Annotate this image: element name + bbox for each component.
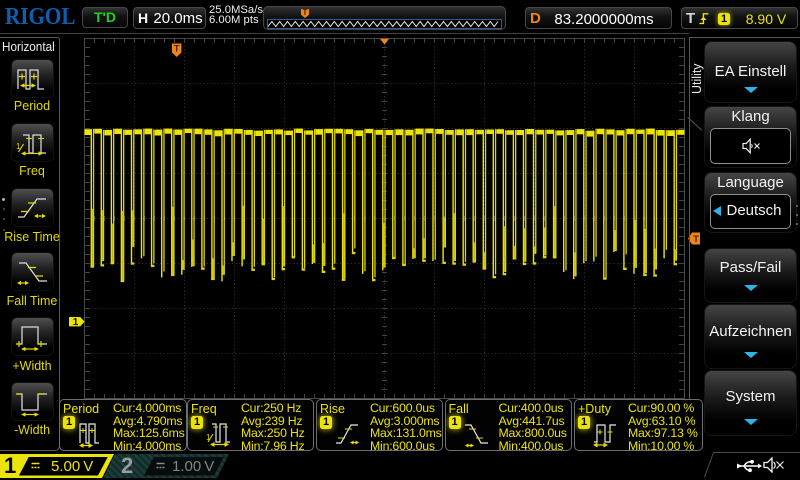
svg-text:T: T bbox=[174, 44, 180, 55]
svg-text:1: 1 bbox=[73, 317, 79, 328]
svg-text:T: T bbox=[693, 234, 699, 245]
